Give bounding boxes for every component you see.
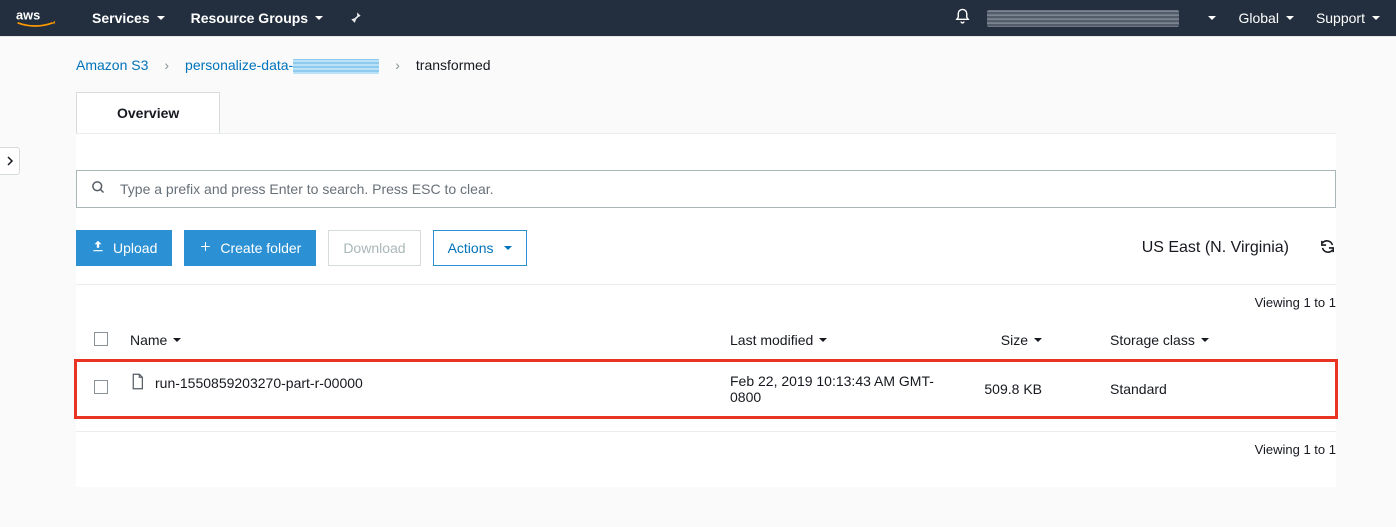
select-all-checkbox[interactable] bbox=[94, 332, 108, 346]
plus-icon bbox=[199, 240, 212, 256]
download-button: Download bbox=[328, 230, 420, 266]
aws-logo[interactable]: aws bbox=[16, 8, 64, 28]
pagination-top: Viewing 1 to 1 bbox=[76, 285, 1336, 320]
search-input[interactable] bbox=[120, 181, 1321, 197]
nav-account-menu[interactable] bbox=[1201, 16, 1216, 20]
breadcrumb-bucket[interactable]: personalize-data- bbox=[185, 57, 379, 74]
sort-icon bbox=[1034, 338, 1042, 342]
column-size[interactable]: Size bbox=[1001, 332, 1042, 348]
chevron-down-icon bbox=[1208, 16, 1216, 20]
sort-icon bbox=[173, 338, 181, 342]
toolbar: Upload Create folder Download Actions US… bbox=[76, 230, 1336, 266]
object-last-modified: Feb 22, 2019 10:13:43 AM GMT-0800 bbox=[722, 361, 962, 417]
chevron-down-icon bbox=[157, 16, 165, 20]
nav-resource-groups[interactable]: Resource Groups bbox=[191, 10, 323, 26]
tab-overview[interactable]: Overview bbox=[76, 92, 220, 133]
sort-icon bbox=[1201, 338, 1209, 342]
chevron-down-icon bbox=[504, 246, 512, 250]
search-icon bbox=[91, 180, 106, 198]
redacted-text bbox=[293, 59, 379, 74]
upload-button[interactable]: Upload bbox=[76, 230, 172, 266]
chevron-down-icon bbox=[1286, 16, 1294, 20]
breadcrumb-current: transformed bbox=[416, 57, 491, 73]
region-label: US East (N. Virginia) bbox=[1142, 239, 1289, 257]
nav-region[interactable]: Global bbox=[1238, 10, 1293, 26]
main-content: Amazon S3 › personalize-data- › transfor… bbox=[0, 36, 1396, 527]
column-last-modified[interactable]: Last modified bbox=[730, 332, 827, 348]
chevron-right-icon: › bbox=[395, 57, 400, 73]
row-checkbox[interactable] bbox=[94, 380, 108, 394]
side-panel-toggle[interactable] bbox=[0, 147, 20, 175]
chevron-right-icon: › bbox=[164, 57, 169, 73]
object-name[interactable]: run-1550859203270-part-r-00000 bbox=[155, 375, 363, 391]
create-folder-button[interactable]: Create folder bbox=[184, 230, 316, 266]
nav-services[interactable]: Services bbox=[92, 10, 165, 26]
objects-table: Name Last modified Size Storage class ru… bbox=[76, 320, 1336, 417]
chevron-down-icon bbox=[315, 16, 323, 20]
refresh-button[interactable] bbox=[1319, 238, 1336, 258]
table-row[interactable]: run-1550859203270-part-r-00000 Feb 22, 2… bbox=[76, 361, 1336, 417]
sort-icon bbox=[819, 338, 827, 342]
actions-dropdown[interactable]: Actions bbox=[433, 230, 527, 266]
breadcrumb: Amazon S3 › personalize-data- › transfor… bbox=[76, 57, 1336, 74]
object-storage-class: Standard bbox=[1102, 361, 1336, 417]
notifications-icon[interactable] bbox=[954, 8, 971, 28]
svg-text:aws: aws bbox=[16, 8, 40, 23]
file-icon bbox=[130, 373, 145, 393]
object-size: 509.8 KB bbox=[962, 361, 1102, 417]
overview-panel: Upload Create folder Download Actions US… bbox=[76, 133, 1336, 487]
breadcrumb-root[interactable]: Amazon S3 bbox=[76, 57, 148, 73]
pagination-bottom: Viewing 1 to 1 bbox=[76, 432, 1336, 467]
column-name[interactable]: Name bbox=[130, 332, 181, 348]
chevron-down-icon bbox=[1372, 16, 1380, 20]
pin-icon[interactable] bbox=[349, 10, 363, 27]
account-name[interactable] bbox=[987, 10, 1179, 27]
upload-icon bbox=[91, 239, 105, 256]
global-nav: aws Services Resource Groups Global Supp… bbox=[0, 0, 1396, 36]
tabs: Overview bbox=[76, 92, 1336, 133]
nav-support[interactable]: Support bbox=[1316, 10, 1380, 26]
column-storage-class[interactable]: Storage class bbox=[1110, 332, 1209, 348]
prefix-search[interactable] bbox=[76, 170, 1336, 208]
